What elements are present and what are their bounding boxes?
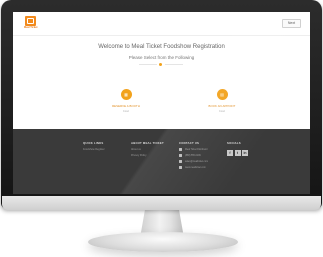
contact-text[interactable]: (888) 555-0199: [185, 155, 201, 157]
logo[interactable]: Meal Ticket: [24, 16, 38, 30]
footer: QUICK LINKS Foodshow Register ABOUT MEAL…: [13, 129, 310, 194]
monitor: Meal Ticket Next Welcome to Meal Ticket …: [0, 0, 323, 257]
monitor-chin: [2, 196, 321, 210]
twitter-icon[interactable]: t: [234, 150, 241, 156]
footer-heading: CONTACT US: [179, 141, 200, 145]
footer-link-privacy[interactable]: Privacy Policy: [131, 154, 164, 157]
footer-heading: QUICK LINKS: [83, 141, 104, 145]
footer-heading: SOCIALS: [227, 141, 241, 145]
footer-col-quick-links: QUICK LINKS Foodshow Register: [83, 141, 105, 151]
contact-website: www.mealticket.com: [179, 166, 208, 169]
contact-email: sales@mealticket.com: [179, 160, 208, 163]
screen: Meal Ticket Next Welcome to Meal Ticket …: [13, 12, 310, 194]
page-title: Welcome to Meal Ticket Foodshow Registra…: [98, 44, 225, 50]
contact-text[interactable]: sales@mealticket.com: [185, 161, 208, 163]
option-sub: Food: [123, 110, 129, 113]
title-divider: [139, 63, 183, 66]
top-bar: Meal Ticket Next: [13, 12, 310, 36]
footer-col-about: ABOUT MEAL TICKET About us Privacy Polic…: [131, 141, 164, 157]
divider-line-left: [139, 64, 157, 65]
footer-link-about[interactable]: About us: [131, 148, 164, 151]
monitor-stand-base: [88, 232, 238, 252]
option-book-appointment[interactable]: ▤ BOOK AN APPOINT Food: [202, 89, 242, 113]
footer-heading: ABOUT MEAL TICKET: [131, 141, 164, 145]
footer-link[interactable]: Foodshow Register: [83, 148, 105, 151]
divider-line-right: [165, 64, 183, 65]
calendar-icon[interactable]: ▤: [216, 89, 228, 100]
contact-text: Meal Ticket Distributor: [185, 148, 208, 151]
option-label[interactable]: RESERVE A BOOTH: [106, 104, 146, 108]
option-reserve-booth[interactable]: ▦ RESERVE A BOOTH Food: [106, 89, 146, 113]
page-subtitle: Please Select from the Following: [128, 55, 195, 60]
footer-col-contact: CONTACT US Meal Ticket Distributor (888)…: [179, 141, 208, 169]
phone-icon: [179, 154, 182, 157]
contact-address: Meal Ticket Distributor: [179, 148, 208, 151]
option-label[interactable]: BOOK AN APPOINT: [202, 104, 242, 108]
linkedin-icon[interactable]: in: [242, 150, 248, 156]
footer-col-socials: SOCIALS f t in: [227, 141, 250, 156]
logo-mark: [27, 18, 34, 24]
store-icon[interactable]: ▦: [120, 89, 132, 100]
next-button[interactable]: Next: [282, 19, 301, 28]
divider-dot: [159, 63, 162, 66]
globe-icon: [179, 166, 182, 169]
contact-phone: (888) 555-0199: [179, 154, 208, 157]
mail-icon: [179, 160, 182, 163]
facebook-icon[interactable]: f: [227, 150, 233, 156]
contact-text[interactable]: www.mealticket.com: [185, 167, 206, 169]
logo-text: Meal Ticket: [24, 26, 38, 29]
map-pin-icon: [179, 148, 182, 151]
option-sub: Food: [219, 110, 225, 113]
social-icons: f t in: [227, 150, 250, 156]
logo-icon: [25, 16, 36, 26]
